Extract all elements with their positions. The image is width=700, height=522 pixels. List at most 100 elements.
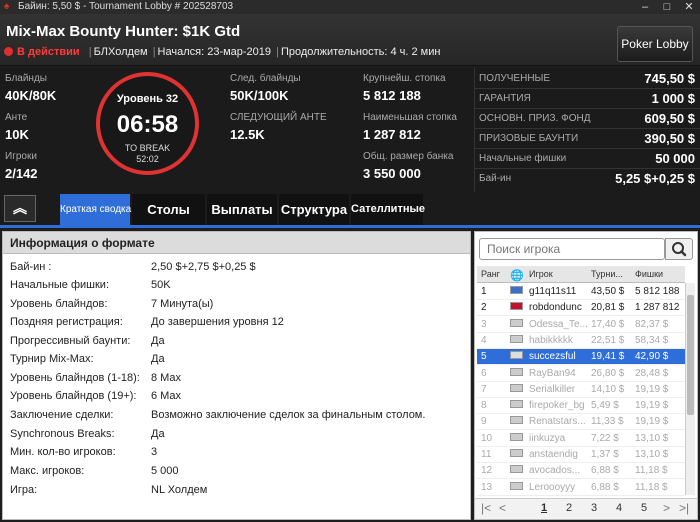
country-flag-icon xyxy=(510,432,523,441)
info-row: Начальные фишки: 50K xyxy=(10,279,171,291)
table-row[interactable]: 3 Odessa_Te... 17,40 $ 82,37 $ xyxy=(477,317,685,333)
table-row[interactable]: 10 iinkuzya 7,22 $ 13,10 $ xyxy=(477,431,685,447)
player-chips: 19,19 $ xyxy=(635,383,669,395)
player-name: avocados... xyxy=(529,465,581,477)
total-bank-label: Общ. размер банка xyxy=(363,151,454,162)
page-2[interactable]: 2 xyxy=(566,502,572,514)
player-chips: 13,10 $ xyxy=(635,432,669,444)
player-name: iinkuzya xyxy=(529,432,566,444)
next-blinds-value: 50K/100K xyxy=(230,88,289,103)
live-dot-icon xyxy=(4,47,13,56)
player-rank: 9 xyxy=(481,416,487,428)
table-row[interactable]: 13 Leroooyyy 6,88 $ 11,18 $ xyxy=(477,480,685,496)
country-flag-icon xyxy=(510,302,523,311)
player-tourney-prize: 11,33 $ xyxy=(591,416,624,428)
col-player[interactable]: Игрок xyxy=(529,269,553,279)
player-search-input[interactable] xyxy=(479,238,665,260)
player-rank: 11 xyxy=(481,449,492,460)
page-4[interactable]: 4 xyxy=(616,502,622,514)
table-row[interactable]: 7 Serialkiller 14,10 $ 19,19 $ xyxy=(477,382,685,398)
poker-lobby-button[interactable]: Poker Lobby xyxy=(617,26,693,62)
prev-page-icon[interactable]: < xyxy=(499,501,506,515)
status-line: В действии | БЛХолдем | Начался: 23-мар-20… xyxy=(4,46,440,58)
info-row: Уровень блайндов (1-18): 8 Max xyxy=(10,372,181,384)
smallest-stack-label: Наименьшая стопка xyxy=(363,112,457,123)
player-chips: 58,34 $ xyxy=(635,334,669,346)
table-row[interactable]: 9 Renatstars... 11,33 $ 19,19 $ xyxy=(477,414,685,431)
player-rank: 13 xyxy=(481,481,493,493)
player-name: firepoker_bg xyxy=(529,400,585,412)
table-row[interactable]: 6 RayBan94 26,80 $ 28,48 $ xyxy=(477,366,685,382)
tab-summary[interactable]: Краткая сводка xyxy=(60,194,131,225)
country-flag-icon xyxy=(510,383,523,392)
player-tourney-prize: 26,80 $ xyxy=(591,367,625,379)
table-row[interactable]: 11 anstaendig 1,37 $ 13,10 $ xyxy=(477,447,685,463)
page-3[interactable]: 3 xyxy=(591,502,597,514)
info-row: Уровень блайндов: 7 Минута(ы) xyxy=(10,298,214,310)
game-type: БЛХолдем xyxy=(93,46,148,58)
globe-icon: 🌐 xyxy=(510,270,524,282)
format-info-header: Информация о формате xyxy=(3,232,470,254)
player-tourney-prize: 17,40 $ xyxy=(591,318,625,330)
next-ante-label: СЛЕДУЮЩИЙ АНТЕ xyxy=(230,112,327,123)
player-name: robdondunc xyxy=(529,302,582,314)
country-flag-icon xyxy=(510,367,523,376)
prize-row: ГАРАНТИЯ 1 000 $ xyxy=(475,89,700,109)
tab-tables[interactable]: Столы xyxy=(132,194,205,225)
table-row[interactable]: 2 robdondunc 20,81 $ 1 287 812 xyxy=(477,300,685,317)
collapse-icon[interactable]: ︽ xyxy=(4,195,36,222)
col-rank[interactable]: Ранг xyxy=(481,269,500,279)
player-chips: 42,90 $ xyxy=(635,351,669,363)
ante-value: 10K xyxy=(5,127,29,142)
page-5[interactable]: 5 xyxy=(641,502,647,514)
player-rank: 2 xyxy=(481,302,487,314)
table-row[interactable]: 8 firepoker_bg 5,49 $ 19,19 $ xyxy=(477,398,685,415)
prize-row: ОСНОВН. ПРИЗ. ФОНД 609,50 $ xyxy=(475,109,700,129)
player-name: g11q11s11 xyxy=(529,286,577,297)
tournament-name: Mix-Max Bounty Hunter: $1K Gtd xyxy=(6,23,241,40)
page-1[interactable]: 1 xyxy=(541,502,547,514)
players-panel: Ранг 🌐 Игрок Турни... Фишки 1 g11q11s11 4 3… xyxy=(474,231,698,520)
player-tourney-prize: 5,49 $ xyxy=(591,400,619,412)
info-row: Бай-ин :2,50 $+2,75 $+0,25 $ xyxy=(10,261,256,273)
player-name: succezsful xyxy=(529,351,576,363)
players-scrollbar[interactable] xyxy=(685,283,695,495)
next-ante-value: 12.5K xyxy=(230,127,265,142)
table-row[interactable]: 4 habikkkkk 22,51 $ 58,34 $ xyxy=(477,333,685,349)
table-row[interactable]: 12 avocados... 6,88 $ 11,18 $ xyxy=(477,463,685,480)
player-rank: 6 xyxy=(481,367,487,379)
minimize-icon[interactable]: – xyxy=(634,0,656,14)
scroll-thumb[interactable] xyxy=(687,295,694,415)
next-page-icon[interactable]: > xyxy=(663,501,670,515)
close-icon[interactable]: ✕ xyxy=(678,0,700,14)
player-tourney-prize: 22,51 $ xyxy=(591,334,625,346)
next-blinds-label: След. блайнды xyxy=(230,73,301,84)
tab-payouts[interactable]: Выплаты xyxy=(207,194,277,225)
status-badge: В действии xyxy=(17,46,80,58)
duration: Продолжительность: 4 ч. 2 мин xyxy=(280,46,441,58)
col-tourney[interactable]: Турни... xyxy=(591,269,623,279)
table-row[interactable]: 5 succezsful 19,41 $ 42,90 $ xyxy=(477,349,685,366)
search-button[interactable] xyxy=(665,238,693,260)
col-chips[interactable]: Фишки xyxy=(635,269,663,279)
country-flag-icon xyxy=(510,465,523,474)
info-row: Synchronous Breaks: Да xyxy=(10,428,165,440)
first-page-icon[interactable]: |< xyxy=(481,501,491,515)
player-rank: 5 xyxy=(481,351,487,363)
country-flag-icon xyxy=(510,416,523,425)
start-date: Начался: 23-мар-2019 xyxy=(157,46,272,58)
country-flag-icon xyxy=(510,351,523,360)
stats-panel: Блайнды 40K/80K Анте 10K Игроки 2/142 Ур… xyxy=(0,67,474,192)
player-rank: 1 xyxy=(481,286,487,297)
tab-structure[interactable]: Структура xyxy=(279,194,349,225)
info-row: Прогрессивный баунти: Да xyxy=(10,335,165,347)
tab-satellites[interactable]: Сателлитные xyxy=(351,194,425,225)
maximize-icon[interactable]: □ xyxy=(656,0,678,14)
player-tourney-prize: 14,10 $ xyxy=(591,383,625,395)
last-page-icon[interactable]: >| xyxy=(679,501,689,515)
player-chips: 5 812 188 xyxy=(635,286,680,297)
table-row[interactable]: 1 g11q11s11 43,50 $ 5 812 188 xyxy=(477,284,685,300)
info-row: Уровень блайндов (19+): 6 Max xyxy=(10,390,181,402)
player-rank: 10 xyxy=(481,432,493,444)
pagination: |< < 1 2 3 4 5 > >| xyxy=(475,498,697,519)
